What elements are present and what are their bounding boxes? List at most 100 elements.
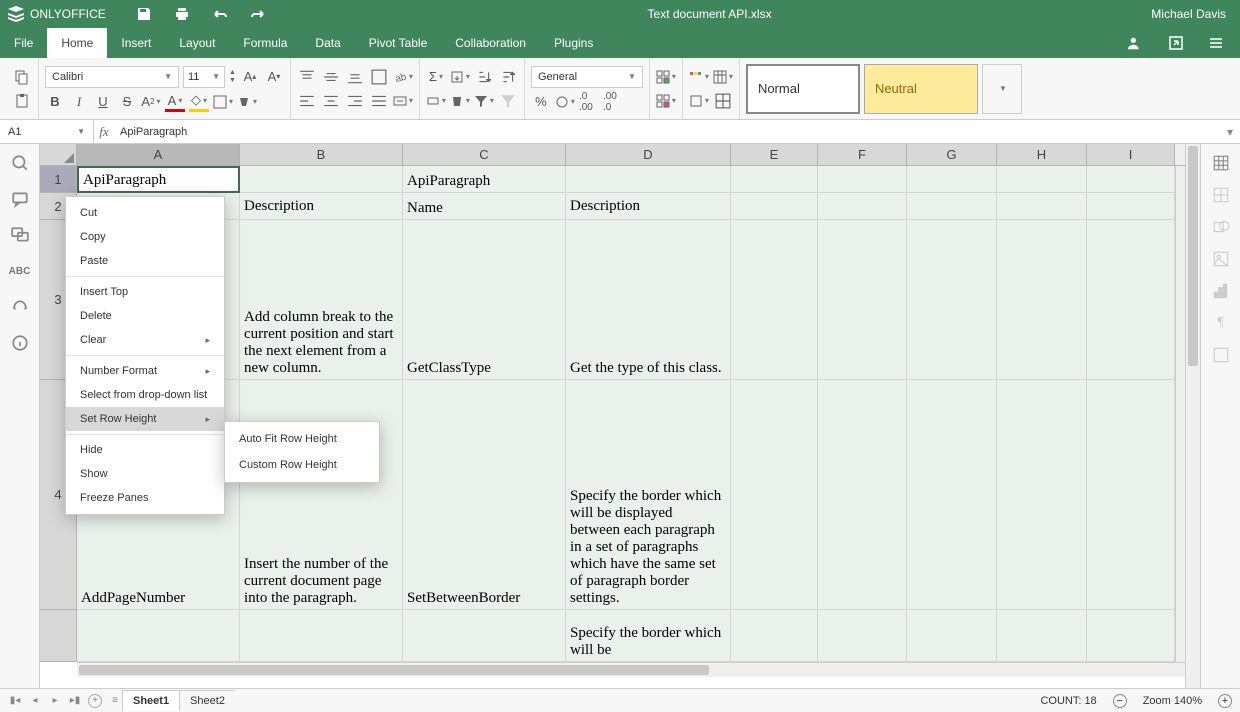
cell[interactable] (907, 610, 997, 662)
add-sheet-icon[interactable]: + (88, 694, 102, 708)
accounting-button[interactable]: ▾ (555, 92, 575, 112)
align-middle-icon[interactable] (321, 67, 341, 87)
hamburger-icon[interactable] (1206, 33, 1226, 53)
context-copy[interactable]: Copy (66, 225, 224, 249)
cell[interactable] (997, 220, 1087, 380)
image-settings-icon[interactable] (1212, 250, 1230, 268)
menu-file[interactable]: File (0, 28, 47, 58)
context-hide[interactable]: Hide (66, 438, 224, 462)
cell[interactable] (907, 380, 997, 610)
orientation-icon[interactable]: ab▾ (393, 67, 413, 87)
menu-layout[interactable]: Layout (165, 28, 229, 58)
cell[interactable] (240, 166, 403, 193)
cell[interactable]: GetClassType (403, 220, 566, 380)
about-icon[interactable] (11, 334, 29, 352)
comments-icon[interactable] (11, 190, 29, 208)
menu-formula[interactable]: Formula (229, 28, 301, 58)
column-header[interactable]: D (566, 144, 731, 166)
sheet-nav-next-icon[interactable]: ▸ (48, 695, 62, 706)
cell-format-icon[interactable]: ▾ (689, 91, 709, 111)
conditional-format-icon[interactable]: ▾ (689, 67, 709, 87)
cell[interactable] (1087, 380, 1175, 610)
borders-button[interactable]: ▾ (213, 92, 233, 112)
cell[interactable] (907, 193, 997, 220)
subscript-button[interactable]: A2▾ (141, 92, 161, 112)
cell[interactable]: Insert the number of the current documen… (240, 380, 403, 610)
underline-button[interactable]: U (93, 92, 113, 112)
cell[interactable]: Get the type of this class. (566, 220, 731, 380)
clear-icon[interactable]: ▾ (450, 91, 470, 111)
context-cut[interactable]: Cut (66, 201, 224, 225)
cell[interactable] (818, 166, 907, 193)
sort-asc-icon[interactable] (474, 67, 494, 87)
column-header[interactable]: A (77, 144, 240, 166)
cell[interactable] (818, 193, 907, 220)
sheet-nav-last-icon[interactable]: ▸▮ (68, 695, 82, 706)
cell-settings-icon[interactable] (1212, 154, 1230, 172)
bold-button[interactable]: B (45, 92, 65, 112)
font-dec-icon[interactable]: ▼ (229, 77, 236, 85)
cell[interactable] (731, 193, 818, 220)
align-left-icon[interactable] (297, 91, 317, 111)
scrollbar-vertical[interactable] (1185, 144, 1200, 688)
sum-icon[interactable]: Σ▾ (426, 67, 446, 87)
shape-settings-icon[interactable] (1212, 218, 1230, 236)
cell[interactable] (77, 610, 240, 662)
context-paste[interactable]: Paste (66, 249, 224, 273)
scrollbar-horizontal[interactable] (77, 662, 1185, 677)
context-show[interactable]: Show (66, 462, 224, 486)
insert-table-icon[interactable] (713, 91, 733, 111)
column-header[interactable]: I (1087, 144, 1175, 166)
chat-icon[interactable] (11, 226, 29, 244)
sheet-list-icon[interactable]: ≡ (108, 695, 122, 706)
cell-style-neutral[interactable]: Neutral (864, 64, 978, 114)
zoom-in-icon[interactable]: + (1218, 694, 1232, 708)
cell[interactable] (1087, 193, 1175, 220)
percent-button[interactable]: % (531, 92, 551, 112)
decrease-font-icon[interactable]: A▾ (264, 67, 284, 87)
strike-button[interactable]: S (117, 92, 137, 112)
fill-color-button[interactable]: ◇▾ (189, 92, 209, 112)
name-box[interactable]: A1▼ (0, 120, 94, 144)
copy-icon[interactable] (12, 67, 32, 87)
named-range-icon[interactable]: ▾ (426, 91, 446, 111)
align-justify-icon[interactable] (369, 91, 389, 111)
font-name-select[interactable]: Calibri▼ (45, 66, 179, 88)
cell[interactable] (818, 220, 907, 380)
cell[interactable] (997, 610, 1087, 662)
select-all-corner[interactable] (40, 144, 77, 166)
menu-home[interactable]: Home (47, 28, 107, 58)
align-top-icon[interactable] (297, 67, 317, 87)
fill-icon[interactable]: ▾ (450, 67, 470, 87)
formula-input[interactable]: ApiParagraph (114, 126, 1220, 138)
cell[interactable] (240, 610, 403, 662)
menu-collab[interactable]: Collaboration (441, 28, 540, 58)
cell[interactable] (731, 220, 818, 380)
font-inc-icon[interactable]: ▲ (229, 69, 236, 77)
increase-decimal-icon[interactable]: .00 .0 (603, 92, 623, 112)
context-insert-top[interactable]: Insert Top (66, 280, 224, 304)
number-format-select[interactable]: General▼ (531, 66, 643, 88)
cell[interactable]: ApiParagraph (403, 166, 566, 193)
paste-icon[interactable] (12, 91, 32, 111)
context-freeze-panes[interactable]: Freeze Panes (66, 486, 224, 510)
cell[interactable] (731, 380, 818, 610)
context-clear[interactable]: Clear▸ (66, 328, 224, 352)
italic-button[interactable]: I (69, 92, 89, 112)
menu-data[interactable]: Data (301, 28, 354, 58)
cell[interactable] (818, 380, 907, 610)
sort-desc-icon[interactable] (498, 67, 518, 87)
column-header[interactable]: E (731, 144, 818, 166)
row-header[interactable] (40, 610, 77, 662)
save-icon[interactable] (134, 4, 154, 24)
search-icon[interactable] (11, 154, 29, 172)
cell[interactable] (731, 166, 818, 193)
submenu-auto-fit[interactable]: Auto Fit Row Height (225, 426, 379, 452)
cell[interactable] (731, 610, 818, 662)
table-format-icon[interactable]: ▾ (713, 67, 733, 87)
delete-cells-icon[interactable]: ▾ (656, 91, 676, 111)
decrease-decimal-icon[interactable]: .0 .00 (579, 92, 599, 112)
align-center-icon[interactable] (321, 91, 341, 111)
cell[interactable] (907, 220, 997, 380)
menu-pivot[interactable]: Pivot Table (355, 28, 441, 58)
